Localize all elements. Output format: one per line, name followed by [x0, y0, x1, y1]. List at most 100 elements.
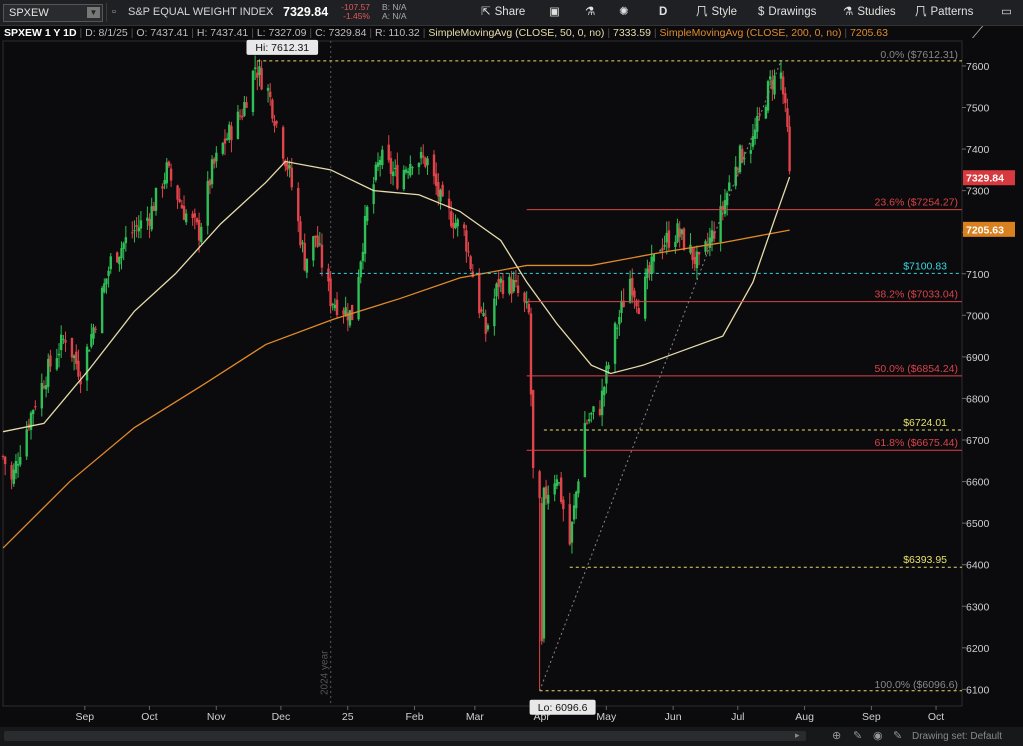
candle-body	[426, 158, 429, 166]
candle-body	[241, 115, 244, 118]
candle-body	[644, 276, 647, 319]
candle-body	[281, 127, 285, 159]
candle-body	[49, 355, 52, 367]
candle-body	[100, 287, 104, 334]
candle-body	[764, 106, 768, 119]
x-tick-label: Sep	[862, 711, 881, 723]
candle-body	[378, 159, 382, 166]
candle-body	[570, 521, 574, 543]
candle-body	[417, 163, 421, 168]
candle-body	[631, 278, 634, 296]
y-tick-label: 6700	[966, 435, 990, 447]
candle-body	[559, 477, 563, 503]
candle-body	[238, 115, 242, 117]
candle-body	[329, 278, 332, 307]
candle-body	[381, 149, 384, 166]
candle-body	[167, 161, 171, 167]
candle-body	[753, 130, 757, 139]
price-chart[interactable]: 2024 year 6100 6200 6300 6400 6500 6600 6700 680…	[0, 0, 1023, 727]
candle-body	[462, 224, 466, 229]
candle-body	[441, 184, 444, 197]
candle-body	[363, 215, 367, 254]
candle-body	[85, 346, 89, 381]
edit-icon[interactable]: ✎	[893, 729, 902, 742]
candle-body	[1, 455, 5, 457]
candle-body	[396, 164, 399, 189]
candle-body	[273, 121, 276, 126]
scroll-right-icon[interactable]: ▸	[795, 730, 800, 741]
sma200-line	[2, 229, 790, 549]
candle-body	[316, 235, 319, 247]
candle-body	[615, 327, 619, 329]
candle-body	[523, 292, 526, 303]
candle-body	[555, 479, 559, 486]
candle-body	[94, 328, 97, 330]
y-tick-label: 6600	[966, 477, 990, 489]
candle-body	[59, 334, 63, 351]
candle-body	[665, 232, 668, 243]
candle-body	[501, 280, 505, 295]
candle-body	[122, 243, 125, 249]
candle-body	[514, 279, 518, 283]
candle-body	[40, 383, 43, 409]
candle-body	[290, 167, 293, 188]
candle-body	[320, 244, 324, 268]
pencil-icon[interactable]: ✎	[853, 729, 862, 742]
x-tick-label: Aug	[795, 711, 814, 723]
candle-body	[152, 205, 156, 211]
x-tick-label: Nov	[207, 711, 226, 723]
candle-body	[749, 150, 753, 154]
candle-body	[544, 486, 548, 499]
candle-body	[124, 237, 128, 244]
high-label: Hi: 7612.31	[255, 42, 309, 54]
candle-body	[497, 279, 500, 288]
fib-label: 61.8% ($6675.44)	[875, 437, 958, 449]
candle-body	[587, 419, 591, 422]
fib-label: 100.0% ($6096.6)	[875, 679, 958, 691]
candle-body	[406, 171, 410, 173]
candle-body	[437, 182, 440, 197]
candle-body	[676, 223, 679, 243]
x-tick-label: Sep	[75, 711, 94, 723]
candle-body	[469, 256, 472, 269]
x-tick-label: Mar	[466, 711, 485, 723]
candle-body	[47, 358, 50, 387]
candle-body	[695, 251, 699, 269]
horizontal-scrollbar[interactable]	[4, 731, 806, 741]
candle-body	[163, 180, 166, 185]
candle-body	[357, 277, 360, 320]
candle-body	[592, 406, 595, 412]
candle-body	[12, 469, 15, 484]
plot-frame	[2, 40, 963, 707]
candle-body	[180, 204, 184, 209]
current-price-tag: 7329.84	[966, 173, 1004, 185]
y-tick-label: 6200	[966, 643, 990, 655]
candle-body	[456, 219, 459, 227]
candle-body	[271, 99, 274, 119]
candle-body	[467, 251, 470, 253]
candle-body	[771, 79, 774, 90]
candle-body	[613, 323, 617, 364]
y-tick-label: 7500	[966, 103, 990, 115]
candle-body	[603, 386, 606, 396]
x-tick-label: Feb	[405, 711, 423, 723]
candle-body	[288, 165, 291, 169]
candle-body	[303, 242, 306, 271]
candles	[1, 55, 791, 691]
candle-body	[422, 155, 425, 158]
magnet-icon[interactable]: ⊕	[832, 729, 841, 742]
candle-body	[542, 487, 546, 639]
y-tick-label: 6300	[966, 601, 990, 613]
candle-body	[299, 221, 302, 246]
fib-label: 50.0% ($6854.24)	[875, 363, 958, 375]
candle-body	[333, 304, 337, 309]
candle-body	[540, 503, 543, 642]
candle-body	[72, 355, 76, 359]
x-tick-label: 25	[342, 711, 354, 723]
candle-body	[318, 243, 321, 245]
candle-body	[135, 225, 138, 228]
candle-body	[689, 244, 692, 253]
eye-icon[interactable]: ◉	[873, 729, 883, 742]
candle-body	[208, 180, 212, 186]
scale-icon: ⟋	[972, 25, 984, 42]
